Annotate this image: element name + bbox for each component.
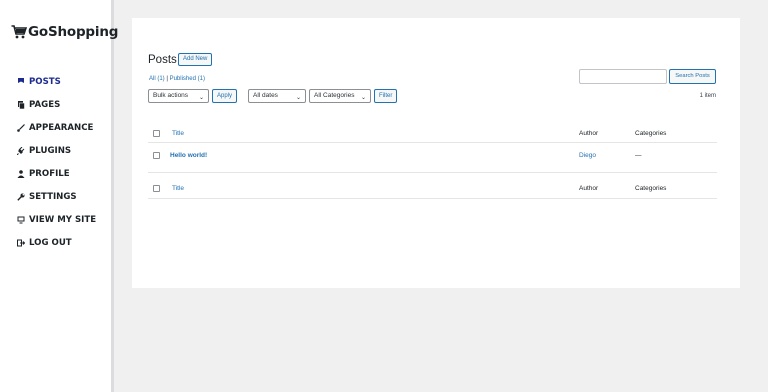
logo-text: GoShopping <box>28 24 119 40</box>
chevron-down-icon: ⌄ <box>295 95 301 101</box>
pages-icon <box>16 100 25 109</box>
sidebar-item-appearance[interactable]: APPEARANCE <box>16 116 96 139</box>
sidebar-item-posts[interactable]: POSTS <box>16 70 96 93</box>
plug-icon <box>16 146 25 155</box>
logout-icon <box>16 238 25 247</box>
sidebar-item-label: PROFILE <box>29 168 70 179</box>
select-all-checkbox[interactable] <box>153 130 160 137</box>
pin-icon <box>16 77 25 86</box>
search-input[interactable] <box>579 69 667 84</box>
sidebar-item-log-out[interactable]: LOG OUT <box>16 231 96 254</box>
sidebar-item-label: LOG OUT <box>29 237 72 248</box>
categories-select[interactable]: All Categories ⌄ <box>309 89 371 103</box>
column-categories-header: Categories <box>635 130 667 137</box>
sidebar-item-profile[interactable]: PROFILE <box>16 162 96 185</box>
select-all-checkbox-footer[interactable] <box>153 185 160 192</box>
sidebar-item-label: VIEW MY SITE <box>29 214 97 225</box>
posts-panel: Posts Add New All (1) | Published (1) Se… <box>132 18 740 288</box>
sidebar-nav: POSTS PAGES APPEARANCE PLUGINS PROFILE S… <box>16 70 96 254</box>
post-author-link[interactable]: Diego <box>579 152 596 159</box>
sidebar-item-settings[interactable]: SETTINGS <box>16 185 96 208</box>
wrench-icon <box>16 192 25 201</box>
row-checkbox[interactable] <box>153 152 160 159</box>
dates-select[interactable]: All dates ⌄ <box>248 89 306 103</box>
brush-icon <box>16 123 25 132</box>
sidebar-item-view-my-site[interactable]: VIEW MY SITE <box>16 208 96 231</box>
apply-button[interactable]: Apply <box>212 89 238 103</box>
status-filters: All (1) | Published (1) <box>149 76 205 82</box>
sidebar-item-label: POSTS <box>29 76 61 87</box>
bulk-actions-select[interactable]: Bulk actions ⌄ <box>148 89 209 103</box>
divider <box>148 198 717 199</box>
sidebar: GoShopping POSTS PAGES APPEARANCE PLUGIN… <box>0 0 118 392</box>
sidebar-item-label: PLUGINS <box>29 145 72 156</box>
column-categories-footer: Categories <box>635 185 667 192</box>
add-new-button[interactable]: Add New <box>178 53 213 66</box>
logo[interactable]: GoShopping <box>11 24 118 40</box>
chevron-down-icon: ⌄ <box>360 95 366 101</box>
search-posts-button[interactable]: Search Posts <box>669 69 716 84</box>
user-icon <box>16 169 25 178</box>
sidebar-item-label: APPEARANCE <box>29 122 94 133</box>
sidebar-item-pages[interactable]: PAGES <box>16 93 96 116</box>
sidebar-item-plugins[interactable]: PLUGINS <box>16 139 96 162</box>
post-title-link[interactable]: Hello world! <box>170 152 207 159</box>
column-title-footer[interactable]: Title <box>172 185 184 192</box>
table-row: Hello world! Diego — <box>148 143 717 168</box>
sidebar-item-label: PAGES <box>29 99 61 110</box>
sidebar-item-label: SETTINGS <box>29 191 77 202</box>
filter-all-link[interactable]: All (1) <box>149 76 165 82</box>
monitor-icon <box>16 215 25 224</box>
column-title-header[interactable]: Title <box>172 130 184 137</box>
post-categories: — <box>635 152 642 159</box>
page-title: Posts <box>148 54 177 66</box>
filter-published-link[interactable]: Published (1) <box>170 76 205 82</box>
filter-separator: | <box>166 76 168 82</box>
column-author-header: Author <box>579 130 599 137</box>
column-author-footer: Author <box>579 185 599 192</box>
filter-button[interactable]: Filter <box>374 89 398 103</box>
divider <box>148 172 717 173</box>
chevron-down-icon: ⌄ <box>198 95 204 101</box>
items-count: 1 item <box>699 93 716 99</box>
cart-icon <box>11 25 27 39</box>
